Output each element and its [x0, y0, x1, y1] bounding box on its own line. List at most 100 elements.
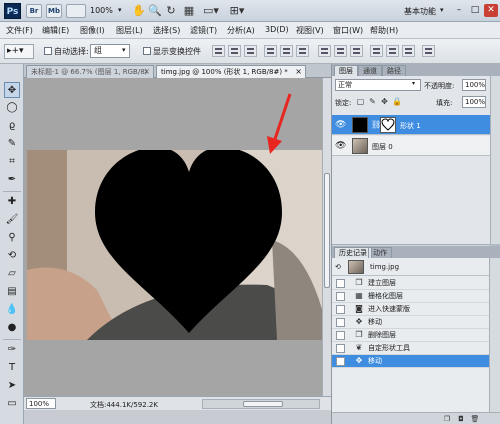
- tab-actions[interactable]: 动作: [368, 247, 392, 258]
- menu-filter[interactable]: 滤镜(T): [190, 25, 217, 36]
- layer-name[interactable]: 图层 0: [372, 142, 393, 152]
- distribute-right-icon[interactable]: [402, 45, 415, 57]
- zoom-level[interactable]: 100%: [90, 6, 113, 15]
- distribute-left-icon[interactable]: [370, 45, 383, 57]
- history-step[interactable]: ▦ 栅格化图层: [332, 290, 489, 303]
- marquee-tool-icon[interactable]: ◯: [4, 100, 20, 116]
- layers-scrollbar[interactable]: [490, 76, 500, 244]
- dodge-tool-icon[interactable]: ●: [4, 320, 20, 336]
- hand-icon[interactable]: ✋: [132, 3, 146, 18]
- history-source-box[interactable]: [336, 344, 345, 353]
- layer-thumbnail[interactable]: [352, 138, 368, 154]
- layer-fill-thumbnail[interactable]: [352, 117, 368, 133]
- history-step[interactable]: ◙ 进入快速蒙版: [332, 303, 489, 316]
- history-source-box[interactable]: [336, 331, 345, 340]
- history-source-box[interactable]: [336, 357, 345, 366]
- align-left-icon[interactable]: [264, 45, 277, 57]
- close-button[interactable]: ✕: [484, 4, 498, 17]
- layer-row-shape[interactable]: 👁 ⛓ 形状 1: [332, 115, 490, 135]
- scroll-thumb[interactable]: [324, 173, 330, 288]
- history-step[interactable]: ❦ 自定形状工具: [332, 342, 489, 355]
- history-step[interactable]: ✥ 移动: [332, 316, 489, 329]
- layer-row-background[interactable]: 👁 图层 0: [332, 136, 490, 156]
- lock-all-icon[interactable]: 🔒: [392, 97, 402, 106]
- chevron-down-icon[interactable]: ▾: [412, 80, 415, 87]
- workspace-switcher[interactable]: 基本功能: [404, 6, 436, 17]
- menu-layer[interactable]: 图层(L): [116, 25, 143, 36]
- eyedropper-tool-icon[interactable]: ✒: [4, 172, 20, 188]
- grid-icon[interactable]: ▦: [182, 3, 196, 18]
- maximize-button[interactable]: □: [468, 4, 482, 17]
- tab-channels[interactable]: 通道: [358, 65, 382, 76]
- history-snapshot[interactable]: ⟲ timg.jpg: [332, 258, 489, 276]
- vertical-scrollbar[interactable]: [322, 78, 331, 396]
- distribute-vertical-center-icon[interactable]: [334, 45, 347, 57]
- opacity-field[interactable]: 100%: [462, 79, 486, 91]
- new-snapshot-icon[interactable]: ◘: [456, 415, 466, 423]
- menu-image[interactable]: 图像(I): [80, 25, 105, 36]
- auto-select-checkbox[interactable]: [44, 47, 52, 55]
- move-tool-icon[interactable]: ✥: [4, 82, 20, 98]
- blend-mode-dropdown[interactable]: 正常: [335, 79, 421, 91]
- align-bottom-icon[interactable]: [244, 45, 257, 57]
- chevron-down-icon[interactable]: ▾: [122, 46, 126, 54]
- align-top-icon[interactable]: [212, 45, 225, 57]
- path-selection-tool-icon[interactable]: ➤: [4, 378, 20, 394]
- healing-brush-tool-icon[interactable]: ✚: [4, 194, 20, 210]
- menu-window[interactable]: 窗口(W): [333, 25, 363, 36]
- menu-edit[interactable]: 编辑(E): [42, 25, 69, 36]
- history-source-box[interactable]: [336, 279, 345, 288]
- document-size-info[interactable]: 文档:444.1K/592.2K: [90, 400, 158, 410]
- screen-mode-icon[interactable]: ▭▾: [200, 3, 222, 18]
- align-vertical-center-icon[interactable]: [228, 45, 241, 57]
- eye-icon[interactable]: 👁: [335, 120, 346, 130]
- menu-analysis[interactable]: 分析(A): [227, 25, 255, 36]
- type-tool-icon[interactable]: T: [4, 360, 20, 376]
- shape-tool-icon[interactable]: ▭: [4, 396, 20, 412]
- history-step[interactable]: ❐ 建立图层: [332, 277, 489, 290]
- auto-align-layers-icon[interactable]: [422, 45, 435, 57]
- fill-field[interactable]: 100%: [462, 96, 486, 108]
- history-brush-tool-icon[interactable]: ⟲: [4, 248, 20, 264]
- history-step-current[interactable]: ✥ 移动: [332, 355, 489, 368]
- distribute-horizontal-center-icon[interactable]: [386, 45, 399, 57]
- pen-tool-icon[interactable]: ✑: [4, 342, 20, 358]
- eraser-tool-icon[interactable]: ▱: [4, 266, 20, 282]
- lock-transparent-icon[interactable]: ▢: [356, 97, 365, 106]
- blur-tool-icon[interactable]: 💧: [4, 302, 20, 318]
- arrange-documents-icon[interactable]: ⊞▾: [226, 3, 248, 18]
- tab-layers[interactable]: 图层: [334, 65, 358, 76]
- show-transform-checkbox[interactable]: [143, 47, 151, 55]
- align-horizontal-center-icon[interactable]: [280, 45, 293, 57]
- zoom-icon[interactable]: 🔍: [148, 3, 162, 18]
- new-document-from-state-icon[interactable]: ❐: [442, 415, 452, 423]
- close-icon[interactable]: ×: [295, 66, 302, 78]
- quick-selection-tool-icon[interactable]: ✎: [4, 136, 20, 152]
- gradient-tool-icon[interactable]: ▤: [4, 284, 20, 300]
- chevron-down-icon[interactable]: ▾: [118, 6, 122, 14]
- history-step[interactable]: ❐ 删除图层: [332, 329, 489, 342]
- distribute-bottom-icon[interactable]: [350, 45, 363, 57]
- history-scrollbar[interactable]: [489, 258, 500, 412]
- tab-paths[interactable]: 路径: [382, 65, 406, 76]
- history-source-box[interactable]: [336, 318, 345, 327]
- delete-state-icon[interactable]: 🗑: [470, 415, 480, 423]
- vector-mask-thumbnail[interactable]: [380, 117, 396, 133]
- view-extras-button[interactable]: [66, 4, 86, 18]
- rotate-view-icon[interactable]: ↻: [164, 3, 178, 18]
- minimize-button[interactable]: –: [452, 4, 466, 17]
- history-brush-source-icon[interactable]: ⟲: [335, 263, 341, 271]
- brush-tool-icon[interactable]: 🖌: [4, 212, 20, 228]
- crop-tool-icon[interactable]: ⌗: [4, 154, 20, 170]
- eye-icon[interactable]: 👁: [335, 141, 346, 151]
- menu-3d[interactable]: 3D(D): [265, 25, 289, 34]
- chevron-down-icon[interactable]: ▾: [440, 6, 444, 14]
- menu-select[interactable]: 选择(S): [153, 25, 180, 36]
- distribute-top-icon[interactable]: [318, 45, 331, 57]
- tab-history[interactable]: 历史记录: [334, 247, 372, 258]
- tool-preset-picker[interactable]: ▸+▾: [4, 44, 34, 59]
- clone-stamp-tool-icon[interactable]: ⚲: [4, 230, 20, 246]
- bridge-button[interactable]: Br: [26, 4, 42, 18]
- canvas-image[interactable]: [27, 150, 325, 340]
- minibridge-button[interactable]: Mb: [46, 4, 62, 18]
